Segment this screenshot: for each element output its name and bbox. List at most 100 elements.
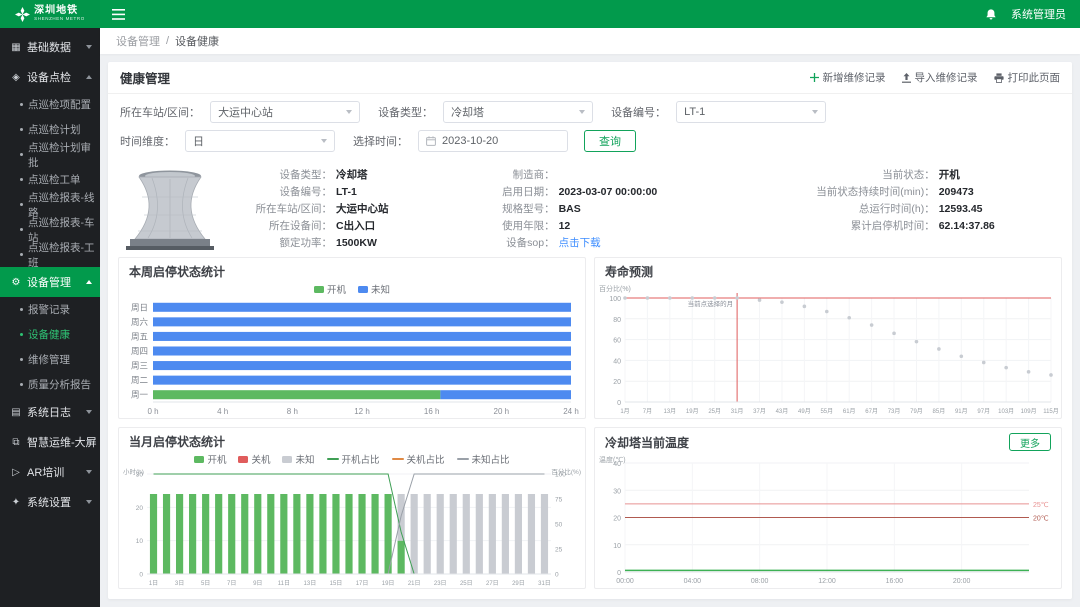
sidebar-item-inspection-report-team[interactable]: 点巡检报表-工班 <box>0 242 100 267</box>
room-value: C出入口 <box>336 220 375 233</box>
device-type-select[interactable]: 冷却塔 <box>443 101 593 123</box>
date-picker[interactable]: 2023-10-20 <box>418 130 568 152</box>
svg-text:67月: 67月 <box>865 408 878 415</box>
device-type-value: 冷却塔 <box>336 169 368 182</box>
info-column-status: 当前状态：开机 当前状态持续时间(min)：209473 总运行时间(h)：12… <box>787 169 1058 250</box>
legend-item[interactable]: 关机 <box>238 452 270 466</box>
sidebar-item-inspection-plan-approval[interactable]: 点巡检计划审批 <box>0 142 100 167</box>
chart-title: 本周启停状态统计 <box>129 263 225 280</box>
svg-text:17日: 17日 <box>356 580 369 587</box>
life-prediction-chart: 寿命预测 0204060801001月7月13月19月25月31月37月43月4… <box>594 257 1062 419</box>
weekly-startstop-chart: 本周启停状态统计 开机未知 0 h4 h8 h12 h16 h20 h24 h周… <box>118 257 586 419</box>
sidebar-item-smart-ops-screen[interactable]: ⧉ 智慧运维-大屏 <box>0 427 100 457</box>
enable-date-value: 2023-03-07 00:00:00 <box>559 186 658 199</box>
legend-item[interactable]: 开机 <box>194 452 226 466</box>
bullet-icon <box>20 308 23 311</box>
logo: 深圳地铁 SHENZHEN METRO <box>0 0 100 28</box>
time-dimension-select[interactable]: 日 <box>185 130 335 152</box>
svg-text:40: 40 <box>613 358 621 365</box>
sidebar-item-alarm-records[interactable]: 报警记录 <box>0 297 100 322</box>
monthly-chart-svg: 01020300255075100小时(h)百分比(%)1日3日5日7日9日11… <box>119 466 585 588</box>
sop-download-link[interactable]: 点击下载 <box>559 237 601 250</box>
svg-text:8 h: 8 h <box>287 407 298 416</box>
legend-item[interactable]: 未知占比 <box>457 452 510 466</box>
logo-text: 深圳地铁 SHENZHEN METRO <box>34 6 85 22</box>
svg-text:10: 10 <box>613 543 621 550</box>
legend-item[interactable]: 未知 <box>358 282 390 296</box>
info-column-detail: 制造商： 启用日期：2023-03-07 00:00:00 规格型号：BAS 使… <box>483 169 787 250</box>
add-repair-record-link[interactable]: 新增维修记录 <box>810 70 886 85</box>
temp-chart-svg: 01020304000:0004:0008:0012:0016:0020:00温… <box>595 453 1061 588</box>
svg-text:0 h: 0 h <box>147 407 158 416</box>
device-code-label: 设备编号： <box>611 104 666 120</box>
svg-text:周日: 周日 <box>131 302 148 312</box>
ar-icon: ▷ <box>10 467 22 478</box>
legend-item[interactable]: 开机 <box>314 282 346 296</box>
notification-bell-icon[interactable] <box>985 8 997 21</box>
sidebar-item-equipment-health[interactable]: 设备健康 <box>0 322 100 347</box>
admin-user[interactable]: 系统管理员 <box>1011 6 1066 22</box>
svg-text:29日: 29日 <box>512 580 525 587</box>
time-picker-label: 选择时间： <box>353 133 408 149</box>
device-code-select[interactable]: LT-1 <box>676 101 826 123</box>
svg-text:30: 30 <box>613 488 621 495</box>
svg-text:80: 80 <box>613 317 621 324</box>
station-value: 大运中心站 <box>336 203 389 216</box>
svg-text:周二: 周二 <box>131 375 149 385</box>
svg-text:24 h: 24 h <box>563 407 579 416</box>
query-button[interactable]: 查询 <box>584 130 636 152</box>
current-state-value: 开机 <box>939 169 960 182</box>
sidebar-item-label: 系统日志 <box>27 404 71 420</box>
sidebar-item-quality-analysis-report[interactable]: 质量分析报告 <box>0 372 100 397</box>
gear-icon: ⚙ <box>10 277 22 288</box>
svg-text:周四: 周四 <box>131 346 148 356</box>
sidebar-item-inspection-report-station[interactable]: 点巡检报表-车站 <box>0 217 100 242</box>
device-type-label: 设备类型： <box>378 104 433 120</box>
sidebar-item-basic-data[interactable]: ▦ 基础数据 <box>0 32 100 62</box>
sidebar-item-ar-training[interactable]: ▷ AR培训 <box>0 457 100 487</box>
legend-item[interactable]: 关机占比 <box>392 452 445 466</box>
breadcrumb-item[interactable]: 设备管理 <box>116 33 160 49</box>
import-repair-record-link[interactable]: 导入维修记录 <box>902 70 978 85</box>
station-filter-select[interactable]: 大运中心站 <box>210 101 360 123</box>
sidebar-item-repair-management[interactable]: 维修管理 <box>0 347 100 372</box>
legend-item[interactable]: 开机占比 <box>327 452 380 466</box>
svg-text:04:00: 04:00 <box>684 578 702 585</box>
svg-text:11日: 11日 <box>278 580 290 587</box>
menu-toggle-icon[interactable] <box>112 9 125 20</box>
svg-text:50: 50 <box>555 522 563 529</box>
station-filter-label: 所在车站/区间： <box>120 104 200 120</box>
svg-text:4 h: 4 h <box>217 407 228 416</box>
sidebar-item-inspection-workorder[interactable]: 点巡检工单 <box>0 167 100 192</box>
legend-marker <box>457 458 469 460</box>
svg-text:25: 25 <box>555 547 563 554</box>
svg-text:20: 20 <box>613 516 621 523</box>
chart-legend: 开机关机未知开机占比关机占比未知占比 <box>119 452 585 466</box>
life-chart-svg: 0204060801001月7月13月19月25月31月37月43月49月55月… <box>595 282 1061 418</box>
sidebar-group-equipment-inspection[interactable]: ◈ 设备点检 <box>0 62 100 92</box>
svg-text:0: 0 <box>617 570 621 577</box>
svg-text:16:00: 16:00 <box>886 578 904 585</box>
svg-text:91月: 91月 <box>955 408 968 415</box>
svg-text:0: 0 <box>555 572 559 579</box>
svg-text:43月: 43月 <box>776 408 789 415</box>
svg-text:12:00: 12:00 <box>818 578 836 585</box>
bullet-icon <box>20 178 23 181</box>
legend-item[interactable]: 未知 <box>282 452 314 466</box>
sidebar-item-inspection-report-line[interactable]: 点巡检报表-线路 <box>0 192 100 217</box>
sidebar-item-system-settings[interactable]: ✦ 系统设置 <box>0 487 100 517</box>
sidebar-item-inspection-plan[interactable]: 点巡检计划 <box>0 117 100 142</box>
more-button[interactable]: 更多 <box>1009 433 1051 451</box>
svg-text:16 h: 16 h <box>424 407 440 416</box>
svg-text:3日: 3日 <box>175 580 184 587</box>
sidebar-item-system-logs[interactable]: ▤ 系统日志 <box>0 397 100 427</box>
temp-chart-plot: 01020304000:0004:0008:0012:0016:0020:00温… <box>595 453 1061 588</box>
svg-text:115月: 115月 <box>1043 408 1059 415</box>
svg-text:5日: 5日 <box>201 580 210 587</box>
svg-text:21日: 21日 <box>408 580 421 587</box>
rated-power-value: 1500KW <box>336 237 377 250</box>
sidebar-group-equipment-management[interactable]: ⚙ 设备管理 <box>0 267 100 297</box>
sidebar-item-inspection-config[interactable]: 点巡检项配置 <box>0 92 100 117</box>
print-page-link[interactable]: 打印此页面 <box>994 70 1061 85</box>
svg-text:75: 75 <box>555 497 563 504</box>
